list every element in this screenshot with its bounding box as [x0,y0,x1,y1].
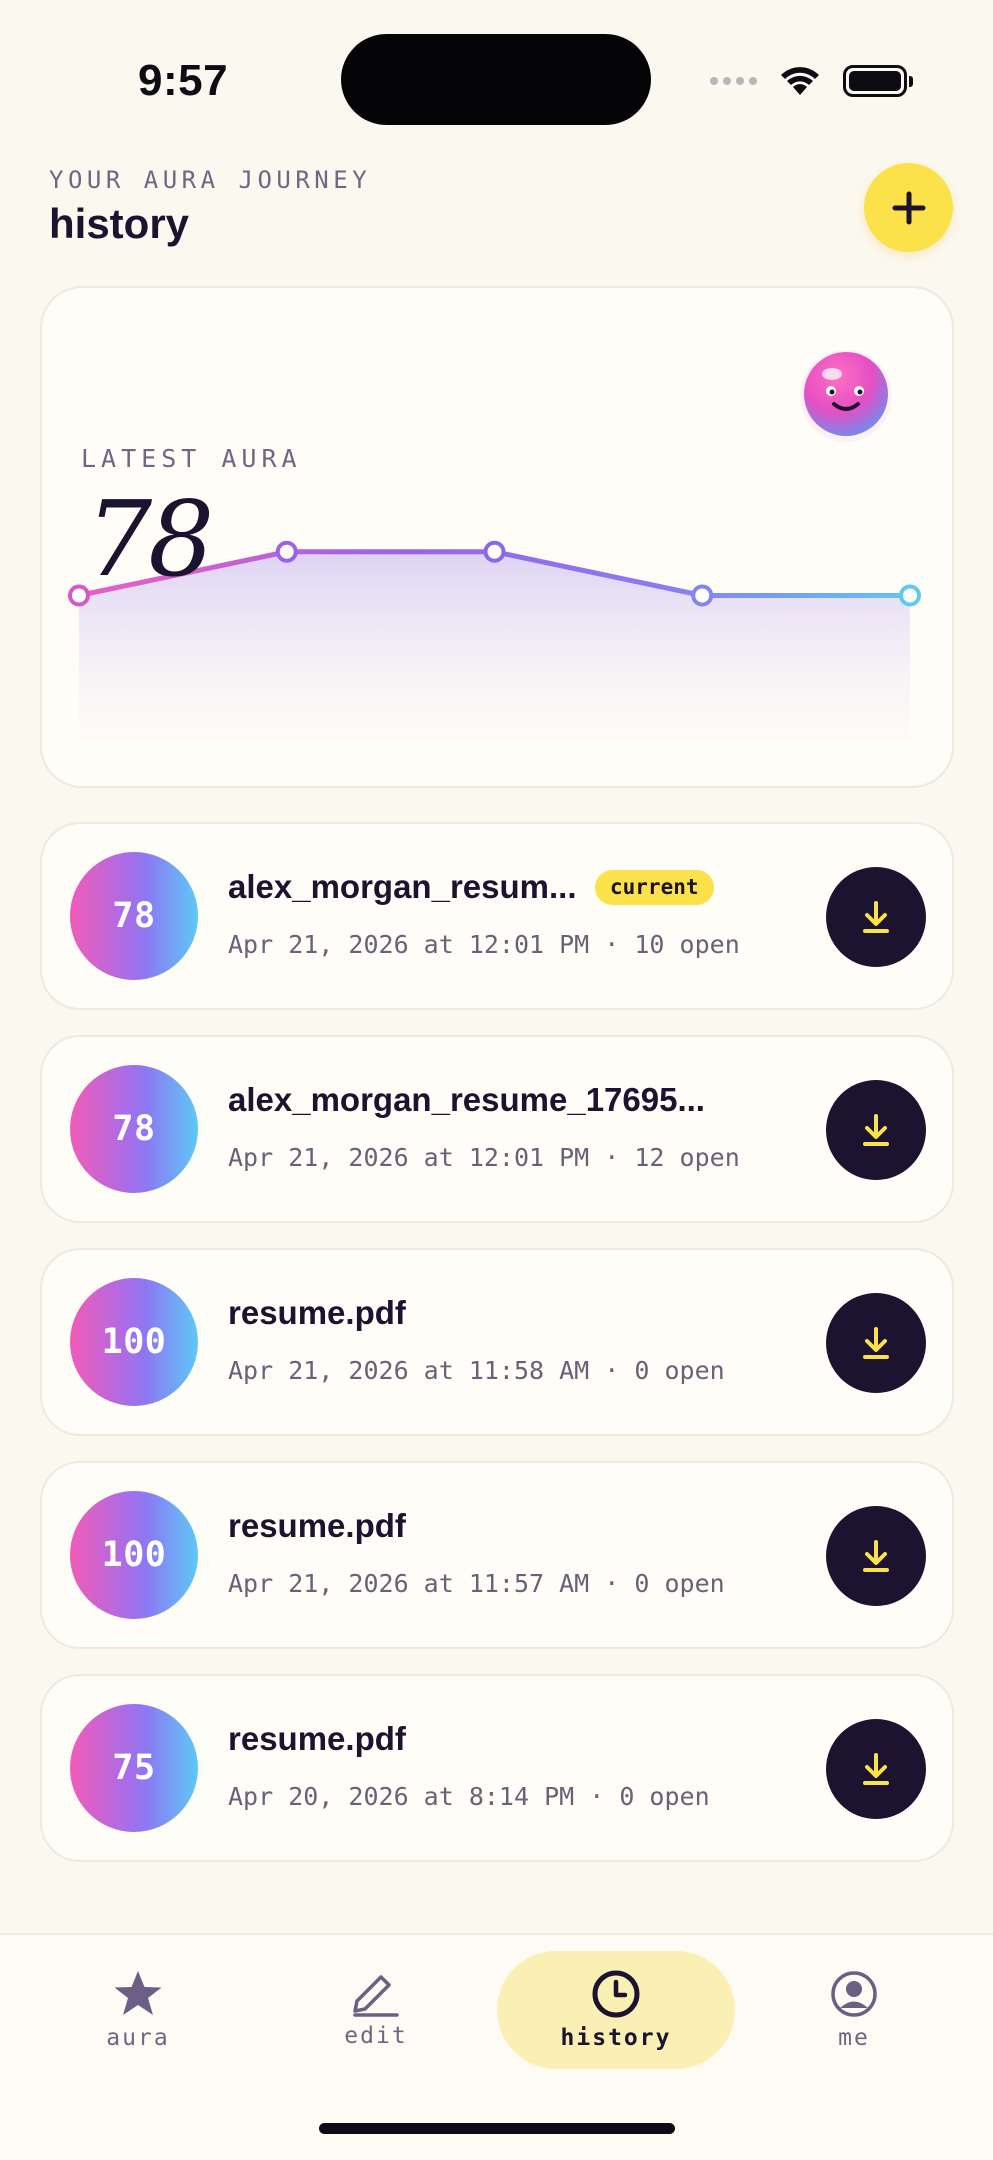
history-screen: 9:57 YOUR AURA JOURNEY history LATEST AU… [0,0,993,2160]
history-item[interactable]: 75 resume.pdf Apr 20, 2026 at 8:14 PM · … [40,1674,954,1862]
score-value: 75 [112,1748,156,1788]
tab-history[interactable]: history [497,1951,735,2069]
download-button[interactable] [826,1719,926,1819]
tab-aura[interactable]: aura [68,1951,208,2069]
file-name: resume.pdf [228,1294,406,1331]
download-icon [863,1327,889,1359]
score-value: 78 [112,1109,156,1149]
tab-label: aura [106,2025,170,2051]
download-button[interactable] [826,1506,926,1606]
item-meta: Apr 21, 2026 at 12:01 PM · 12 open [228,1143,740,1172]
history-item[interactable]: 78 alex_morgan_resum... current Apr 21, … [40,822,954,1010]
download-icon [863,1540,889,1572]
history-item[interactable]: 78 alex_morgan_resume_17695... Apr 21, 2… [40,1035,954,1223]
download-button[interactable] [826,1080,926,1180]
file-name: alex_morgan_resum... [228,868,577,905]
clock-icon [592,1970,640,2018]
download-icon [863,1753,889,1785]
download-icon [863,1114,889,1146]
file-name: resume.pdf [228,1720,406,1757]
page-title: history [49,200,190,247]
home-indicator [319,2123,675,2134]
status-icons [710,60,913,102]
score-badge: 75 [70,1704,198,1832]
star-icon [114,1971,162,2015]
page-eyebrow: YOUR AURA JOURNEY [49,166,372,194]
chart-point [899,584,921,607]
item-meta: Apr 21, 2026 at 11:57 AM · 0 open [228,1569,725,1598]
download-button[interactable] [826,867,926,967]
score-badge: 100 [70,1491,198,1619]
aura-mascot-icon [800,350,892,442]
score-value: 100 [101,1535,167,1575]
tab-label: edit [344,2023,408,2049]
history-item[interactable]: 100 resume.pdf Apr 21, 2026 at 11:57 AM … [40,1461,954,1649]
tab-edit[interactable]: edit [306,1951,446,2069]
chart-point [691,584,714,607]
pencil-icon [353,1975,399,2017]
item-meta: Apr 21, 2026 at 11:58 AM · 0 open [228,1356,725,1385]
latest-aura-card: LATEST AURA 78 [40,286,954,788]
latest-aura-label: LATEST AURA [81,444,302,473]
status-time: 9:57 [138,56,229,105]
score-badge: 78 [70,1065,198,1193]
signal-dots-icon [710,77,757,85]
score-badge: 100 [70,1278,198,1406]
tab-label: history [560,2025,672,2051]
tab-label: me [838,2025,870,2051]
item-meta: Apr 20, 2026 at 8:14 PM · 0 open [228,1782,710,1811]
score-value: 100 [101,1322,167,1362]
current-badge: current [595,870,714,905]
user-circle-icon [831,1971,877,2017]
tab-me[interactable]: me [784,1951,924,2069]
plus-icon [892,191,925,224]
history-item[interactable]: 100 resume.pdf Apr 21, 2026 at 11:58 AM … [40,1248,954,1436]
score-value: 78 [112,896,156,936]
battery-icon [843,65,913,97]
chart-point [483,540,506,563]
file-name: resume.pdf [228,1507,406,1544]
download-button[interactable] [826,1293,926,1393]
download-icon [863,901,889,933]
chart-point [275,540,298,563]
dynamic-island [341,34,651,125]
file-name: alex_morgan_resume_17695... [228,1081,705,1118]
item-meta: Apr 21, 2026 at 12:01 PM · 10 open [228,930,740,959]
score-badge: 78 [70,852,198,980]
add-button[interactable] [864,163,953,252]
history-list: 78 alex_morgan_resum... current Apr 21, … [40,822,954,1887]
wifi-icon [781,67,819,95]
latest-aura-score: 78 [86,478,214,600]
